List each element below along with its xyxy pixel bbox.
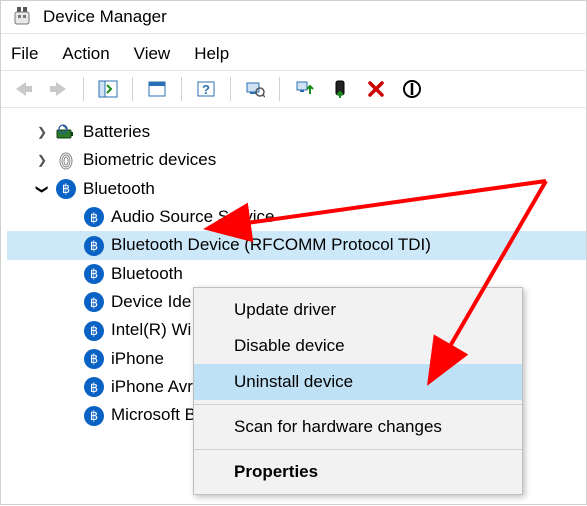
tree-node-child[interactable]: ฿ Bluetooth bbox=[7, 260, 586, 288]
ctx-separator bbox=[194, 404, 522, 405]
tree-node-biometric[interactable]: ❯ Biometric devices bbox=[7, 146, 586, 174]
chevron-right-icon[interactable]: ❯ bbox=[35, 151, 49, 170]
ctx-separator bbox=[194, 449, 522, 450]
bluetooth-icon: ฿ bbox=[83, 406, 105, 426]
ctx-scan-hardware[interactable]: Scan for hardware changes bbox=[194, 409, 522, 445]
ctx-properties[interactable]: Properties bbox=[194, 454, 522, 490]
chevron-down-icon[interactable]: ❯ bbox=[33, 182, 52, 196]
toolbar-separator bbox=[230, 77, 231, 101]
menubar: File Action View Help bbox=[1, 34, 586, 71]
update-driver-button[interactable] bbox=[288, 75, 320, 103]
fingerprint-icon bbox=[55, 151, 77, 171]
nav-back-button bbox=[7, 75, 39, 103]
toolbar: ? bbox=[1, 71, 586, 108]
tree-label: Bluetooth bbox=[111, 261, 183, 287]
show-hide-tree-button[interactable] bbox=[92, 75, 124, 103]
tree-label: Audio Source Service bbox=[111, 204, 274, 230]
menu-file[interactable]: File bbox=[11, 44, 38, 64]
battery-icon bbox=[55, 124, 77, 140]
toolbar-separator bbox=[132, 77, 133, 101]
svg-text:?: ? bbox=[202, 82, 210, 97]
bluetooth-icon: ฿ bbox=[83, 349, 105, 369]
disable-device-button[interactable] bbox=[396, 75, 428, 103]
bluetooth-icon: ฿ bbox=[83, 207, 105, 227]
tree-node-bluetooth[interactable]: ❯ ฿ Bluetooth bbox=[7, 175, 586, 203]
tree-label: Bluetooth bbox=[83, 176, 155, 202]
uninstall-device-button[interactable] bbox=[360, 75, 392, 103]
menu-view[interactable]: View bbox=[134, 44, 171, 64]
tree-label: Microsoft B bbox=[111, 402, 196, 428]
toolbar-separator bbox=[83, 77, 84, 101]
tree-label: Device Ide bbox=[111, 289, 191, 315]
bluetooth-icon: ฿ bbox=[83, 321, 105, 341]
ctx-uninstall-device[interactable]: Uninstall device bbox=[194, 364, 522, 400]
tree-label: Bluetooth Device (RFCOMM Protocol TDI) bbox=[111, 232, 431, 258]
menu-action[interactable]: Action bbox=[62, 44, 109, 64]
tree-node-child[interactable]: ฿ Audio Source Service bbox=[7, 203, 586, 231]
bluetooth-icon: ฿ bbox=[83, 236, 105, 256]
app-icon bbox=[11, 7, 33, 27]
bluetooth-icon: ฿ bbox=[83, 292, 105, 312]
nav-forward-button bbox=[43, 75, 75, 103]
bluetooth-icon: ฿ bbox=[83, 377, 105, 397]
window-title: Device Manager bbox=[43, 7, 167, 27]
tree-label: Intel(R) Wi bbox=[111, 317, 191, 343]
enable-device-button[interactable] bbox=[324, 75, 356, 103]
toolbar-separator bbox=[181, 77, 182, 101]
tree-label: Biometric devices bbox=[83, 147, 216, 173]
titlebar: Device Manager bbox=[1, 1, 586, 34]
tree-node-batteries[interactable]: ❯ Batteries bbox=[7, 118, 586, 146]
scan-hardware-button[interactable] bbox=[239, 75, 271, 103]
toolbar-separator bbox=[279, 77, 280, 101]
chevron-right-icon[interactable]: ❯ bbox=[35, 123, 49, 142]
ctx-disable-device[interactable]: Disable device bbox=[194, 328, 522, 364]
tree-node-child-selected[interactable]: ฿ Bluetooth Device (RFCOMM Protocol TDI) bbox=[7, 231, 586, 259]
ctx-update-driver[interactable]: Update driver bbox=[194, 292, 522, 328]
context-menu[interactable]: Update driver Disable device Uninstall d… bbox=[193, 287, 523, 495]
bluetooth-icon: ฿ bbox=[83, 264, 105, 284]
help-button[interactable]: ? bbox=[190, 75, 222, 103]
tree-label: iPhone Avr bbox=[111, 374, 193, 400]
bluetooth-icon: ฿ bbox=[55, 179, 77, 199]
properties-button[interactable] bbox=[141, 75, 173, 103]
tree-label: Batteries bbox=[83, 119, 150, 145]
menu-help[interactable]: Help bbox=[194, 44, 229, 64]
tree-label: iPhone bbox=[111, 346, 164, 372]
